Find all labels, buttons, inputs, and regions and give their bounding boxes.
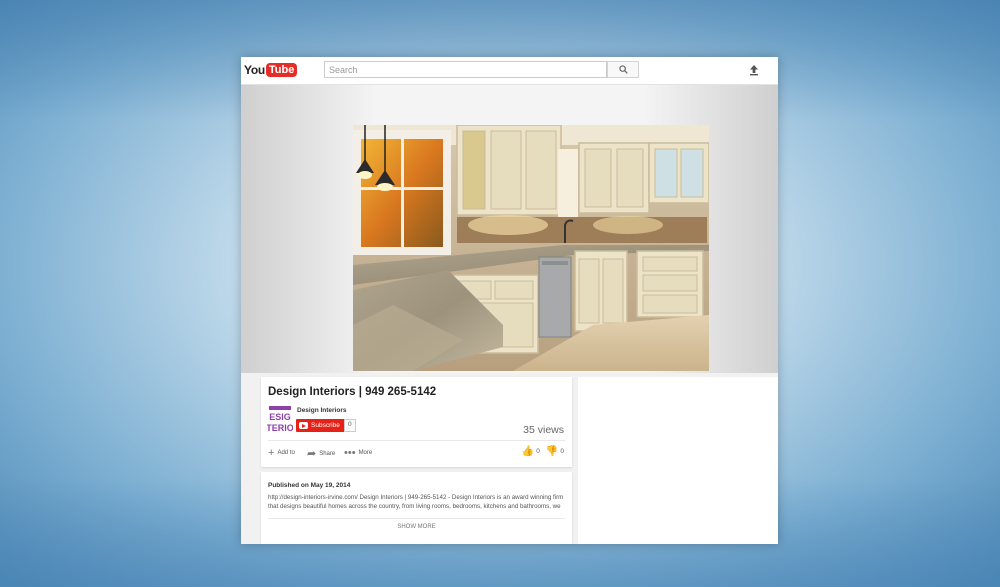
description-divider [268, 518, 565, 519]
description-text: http://design-interiors-irvine.com/ Desi… [268, 494, 564, 510]
view-count: 35 views [523, 424, 564, 436]
like-count: 0 [536, 448, 540, 455]
upload-button[interactable] [747, 63, 761, 77]
channel-avatar[interactable]: ESIG TERIO [267, 406, 293, 436]
logo-tube-text: Tube [265, 63, 298, 77]
add-to-button[interactable]: + Add to [268, 447, 295, 459]
more-button[interactable]: ••• More [344, 447, 372, 459]
description-card: Published on May 19, 2014 http://design-… [261, 472, 572, 544]
share-arrow-icon: ➦ [307, 448, 317, 460]
top-bar: You Tube Search [241, 57, 778, 85]
upload-icon [750, 65, 758, 76]
video-player[interactable] [241, 85, 778, 373]
subscriber-count: 0 [344, 419, 356, 432]
dislike-count: 0 [560, 448, 564, 455]
logo-you-text: You [244, 63, 265, 77]
published-date: Published on May 19, 2014 [268, 482, 351, 489]
share-label: Share [319, 450, 336, 457]
more-dots-icon: ••• [344, 447, 356, 459]
subscribe-button[interactable]: Subscribe [296, 419, 345, 432]
youtube-window: You Tube Search Design Interiors | 949 2… [241, 57, 778, 544]
thumbs-down-icon[interactable]: 👎 [546, 446, 558, 457]
share-button[interactable]: ➦ Share [307, 447, 335, 460]
add-to-label: Add to [277, 450, 295, 456]
svg-text:TERIO: TERIO [267, 423, 293, 433]
info-divider [268, 440, 565, 441]
more-label: More [358, 450, 373, 456]
youtube-logo[interactable]: You Tube [244, 61, 298, 79]
search-icon [618, 65, 628, 74]
plus-icon: + [268, 447, 275, 459]
kitchen-video-frame [353, 125, 709, 371]
search-input[interactable]: Search [324, 61, 607, 78]
video-info-card: Design Interiors | 949 265-5142 ESIG TER… [261, 377, 572, 467]
related-videos-panel [578, 377, 778, 544]
rating-bar: 👍 0 👎 0 [520, 446, 564, 457]
video-title: Design Interiors | 949 265-5142 [268, 386, 437, 398]
thumbs-up-icon[interactable]: 👍 [522, 446, 534, 457]
subscribe-label: Subscribe [311, 422, 340, 429]
youtube-play-icon [299, 422, 308, 429]
search-button[interactable] [607, 61, 639, 78]
svg-text:ESIG: ESIG [269, 412, 291, 422]
channel-name[interactable]: Design Interiors [297, 407, 346, 414]
show-more-button[interactable]: SHOW MORE [261, 524, 572, 530]
